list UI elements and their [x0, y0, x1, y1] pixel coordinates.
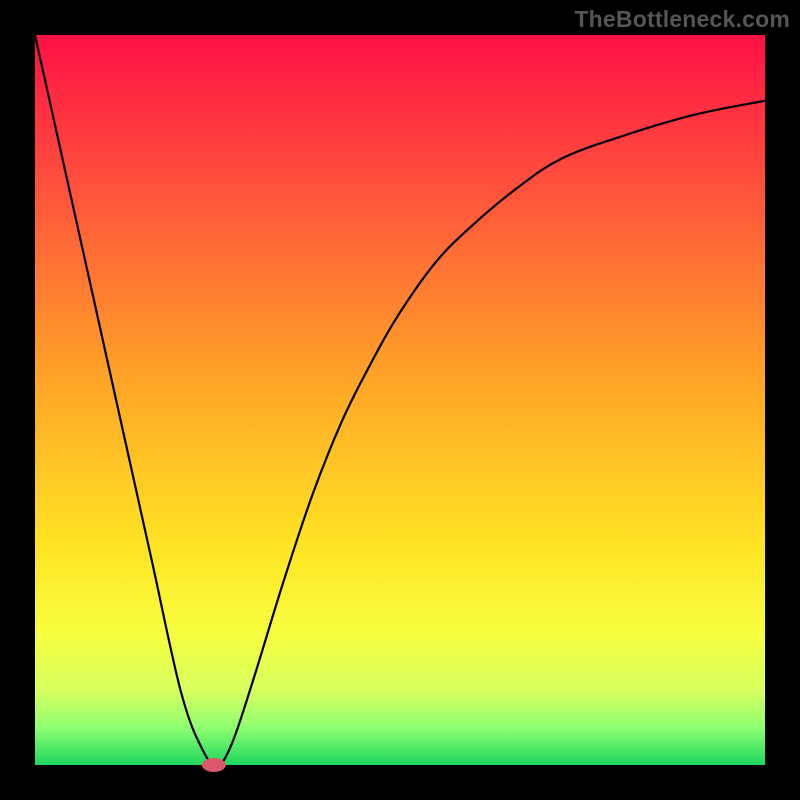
chart-frame: TheBottleneck.com: [0, 0, 800, 800]
bottleneck-curve: [35, 35, 765, 765]
minimum-marker: [202, 758, 226, 772]
watermark-text: TheBottleneck.com: [574, 6, 790, 33]
chart-curve-layer: [35, 35, 765, 765]
